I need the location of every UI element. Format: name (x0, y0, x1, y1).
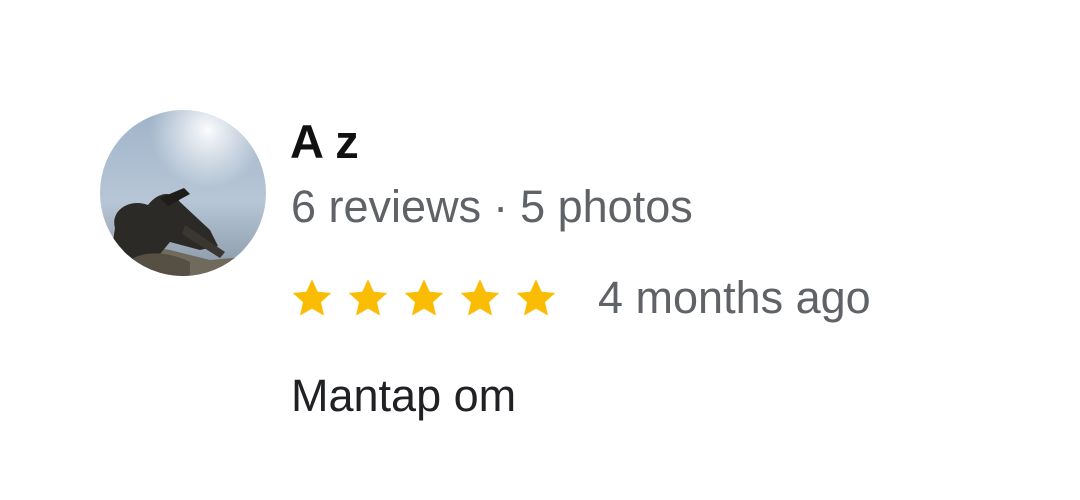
review-time: 4 months ago (598, 272, 871, 323)
star-rating (290, 276, 570, 320)
photos-count: 5 photos (520, 181, 693, 232)
reviewer-name[interactable]: A z (290, 112, 359, 172)
reviewer-meta: 6 reviews · 5 photos (291, 177, 693, 237)
review-text: Mantap om (291, 370, 517, 421)
star-icon (460, 279, 500, 316)
star-icon (292, 279, 332, 316)
rating-row: 4 months ago (290, 268, 871, 328)
meta-separator: · (493, 181, 509, 232)
avatar-photo (100, 110, 266, 276)
reviewer-avatar[interactable] (100, 110, 266, 276)
star-icon (404, 279, 444, 316)
star-icon (516, 279, 556, 316)
review-card: A z 6 reviews · 5 photos 4 months ago Mant… (0, 0, 1080, 500)
reviews-count: 6 reviews (291, 181, 482, 232)
star-icon (348, 279, 388, 316)
